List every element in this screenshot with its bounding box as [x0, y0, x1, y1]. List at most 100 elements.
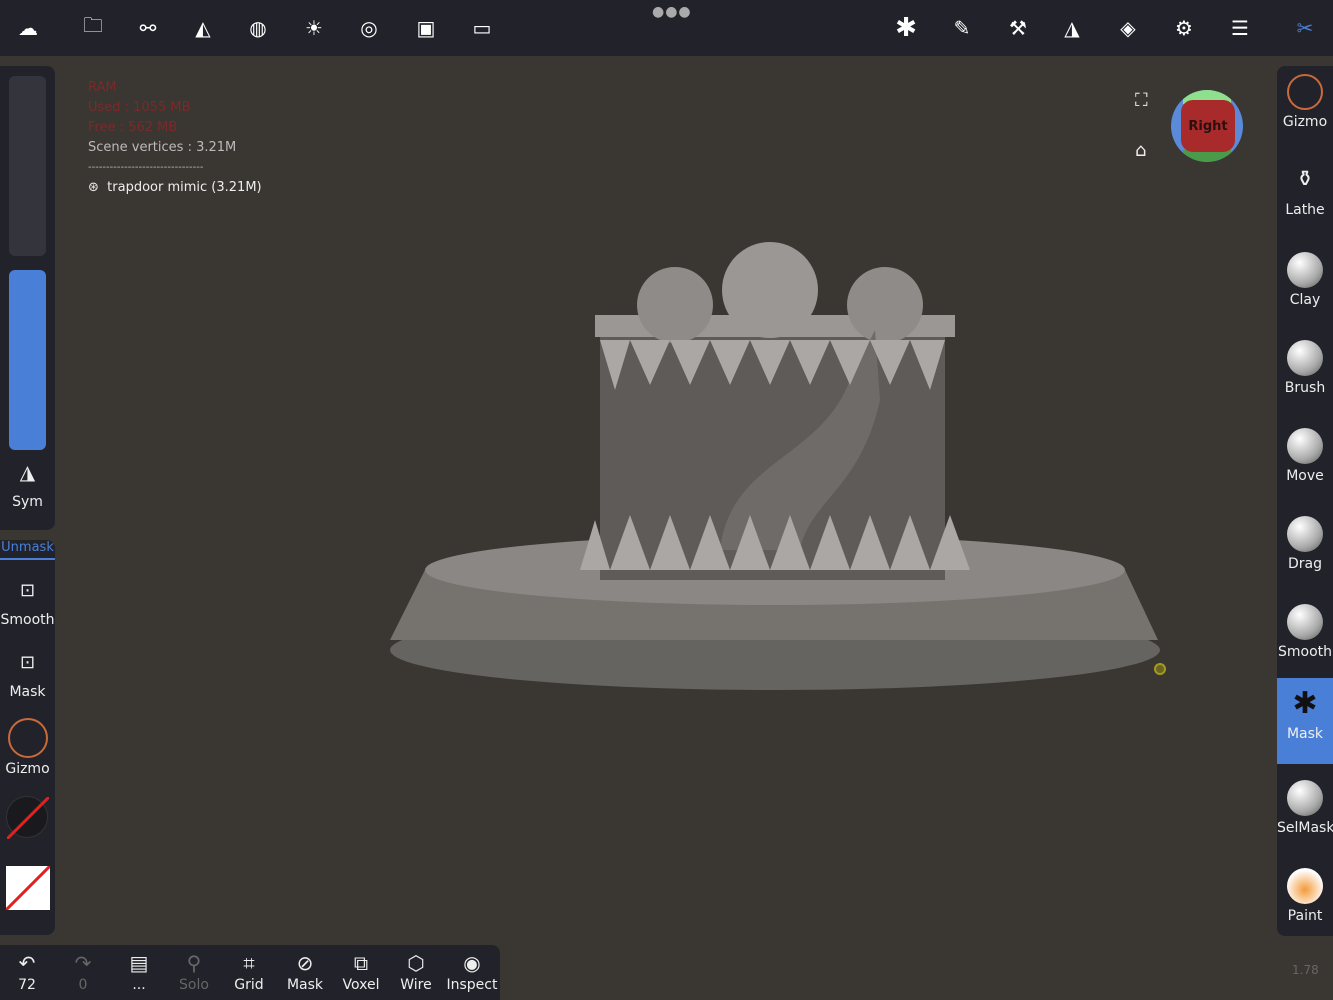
mask-tool-icon[interactable]: ✱: [888, 10, 924, 46]
model-eye: [722, 242, 818, 338]
tool-clay[interactable]: Clay: [1277, 244, 1333, 330]
tool-move[interactable]: Move: [1277, 420, 1333, 506]
viewport-model[interactable]: [380, 230, 1170, 700]
redo-icon: ↷: [74, 951, 92, 975]
brush-sphere-icon: [1287, 340, 1323, 376]
tool-label: Smooth: [1277, 644, 1333, 660]
tool-smooth[interactable]: Smooth: [1277, 596, 1333, 682]
ram-used: Used : 1055 MB: [88, 100, 191, 115]
history-button[interactable]: ▤...: [112, 951, 166, 993]
gizmo-button[interactable]: Gizmo: [0, 761, 55, 777]
video-icon[interactable]: ▭: [464, 10, 500, 46]
search-icon: ⚲: [186, 951, 202, 975]
unmask-button[interactable]: Unmask: [0, 540, 55, 560]
solo-label: Solo: [179, 977, 209, 993]
more-dots-icon[interactable]: ●●●: [652, 4, 692, 20]
bottom-toolbar: ↶ 72 ↷ 0 ▤... ⚲ Solo ⌗ Grid ⊘ Mask ⧉ Voxel ⬡ Wi…: [0, 945, 500, 1000]
redo-count: 0: [78, 977, 88, 993]
undo-count: 72: [18, 977, 36, 993]
share-nodes-icon[interactable]: ⚯: [130, 10, 166, 46]
wireframe-icon: ⬡: [407, 951, 425, 975]
folder-icon[interactable]: 🗀: [75, 10, 111, 46]
voxel-label: Voxel: [342, 977, 380, 993]
mask-visibility-button[interactable]: ⊘ Mask: [278, 951, 332, 993]
tool-label: Mask: [1286, 726, 1324, 742]
right-toolbar: Gizmo ⚱ Lathe Clay Brush Move Drag Smooth…: [1277, 66, 1333, 936]
layers-icon[interactable]: ◈: [1110, 10, 1146, 46]
mask-icon[interactable]: ⊡: [0, 652, 55, 673]
brush-icon[interactable]: ✎: [944, 10, 980, 46]
scene-icon[interactable]: ◭: [185, 10, 221, 46]
tool-label: Lathe: [1285, 202, 1325, 218]
separator: --------------------------------: [88, 162, 204, 173]
smooth-mask-icon[interactable]: ⊡: [0, 580, 55, 601]
smooth-button[interactable]: Smooth: [0, 612, 55, 628]
gizmo-icon[interactable]: [8, 718, 48, 758]
tool-mask[interactable]: ✱ Mask: [1277, 678, 1333, 764]
tool-lathe[interactable]: ⚱ Lathe: [1277, 154, 1333, 240]
left-toolbar: ◮ Sym: [0, 66, 55, 530]
move-icon: [1287, 428, 1323, 464]
pivot-point-icon[interactable]: [1154, 663, 1166, 675]
mask-splat-icon: ✱: [1292, 686, 1318, 721]
mask-label: Mask: [286, 977, 324, 993]
tools-icon[interactable]: ✂: [1287, 10, 1323, 46]
more-label: ...: [132, 977, 146, 993]
redo-button[interactable]: ↷ 0: [56, 951, 110, 993]
grid-button[interactable]: ⌗ Grid: [222, 951, 276, 993]
version-label: 1.78: [1292, 963, 1319, 977]
gear-icon[interactable]: ⚙: [1166, 10, 1202, 46]
material-icon[interactable]: ◍: [240, 10, 276, 46]
model-eye: [637, 267, 713, 343]
grid-label: Grid: [234, 977, 264, 993]
camera-aperture-icon[interactable]: ◎: [351, 10, 387, 46]
symmetry-icon[interactable]: ◮: [0, 460, 55, 484]
book-icon: ▤: [129, 951, 149, 975]
view-cube[interactable]: Right: [1171, 90, 1243, 162]
tool-label: Brush: [1284, 380, 1326, 396]
intensity-slider[interactable]: [9, 270, 46, 450]
symmetry-icon[interactable]: ◮: [1054, 10, 1090, 46]
eye-slash-icon: ⊘: [296, 951, 314, 975]
tool-label: Gizmo: [1282, 114, 1328, 130]
sym-button[interactable]: Sym: [0, 494, 55, 510]
model-eye: [847, 267, 923, 343]
wire-button[interactable]: ⬡ Wire: [389, 951, 443, 993]
mask-button[interactable]: Mask: [0, 684, 55, 700]
smooth-icon: [1287, 604, 1323, 640]
tool-brush[interactable]: Brush: [1277, 332, 1333, 418]
top-toolbar: ☁ 🗀 ⚯ ◭ ◍ ☀ ◎ ▣ ▭ ●●● ✱ ✎ ⚒ ◮ ◈ ⚙ ☰ ✂: [0, 0, 1333, 56]
sliders-icon[interactable]: ☰: [1222, 10, 1258, 46]
fullscreen-icon[interactable]: ⛶: [1135, 90, 1148, 111]
color-swatch-secondary[interactable]: [4, 864, 52, 912]
radius-slider[interactable]: [9, 76, 46, 256]
view-cube-face[interactable]: Right: [1181, 100, 1235, 152]
inspect-button[interactable]: ◉ Inspect: [445, 951, 499, 993]
left-toolbar-lower: Unmask ⊡ Smooth ⊡ Mask Gizmo: [0, 540, 55, 935]
hammer-icon[interactable]: ⚒: [1000, 10, 1036, 46]
undo-icon: ↶: [18, 951, 36, 975]
nomad-logo-icon[interactable]: ☁: [10, 10, 46, 46]
tool-gizmo[interactable]: Gizmo: [1277, 66, 1333, 152]
tool-label: SelMask: [1277, 820, 1333, 836]
color-swatch-primary[interactable]: [5, 795, 51, 841]
grid-icon: ⌗: [243, 951, 255, 975]
solo-button[interactable]: ⚲ Solo: [167, 951, 221, 993]
home-icon[interactable]: ⌂: [1135, 140, 1146, 161]
gizmo-icon: [1287, 74, 1323, 110]
object-item[interactable]: ⊛ trapdoor mimic (3.21M): [88, 178, 262, 198]
undo-button[interactable]: ↶ 72: [0, 951, 54, 993]
tool-drag[interactable]: Drag: [1277, 508, 1333, 594]
tool-selmask[interactable]: SelMask: [1277, 772, 1333, 858]
vase-icon: ⚱: [1295, 167, 1315, 192]
cubes-icon: ⧉: [353, 951, 369, 975]
voxel-button[interactable]: ⧉ Voxel: [334, 951, 388, 993]
light-icon[interactable]: ☀: [296, 10, 332, 46]
tool-paint[interactable]: Paint: [1277, 860, 1333, 946]
image-icon[interactable]: ▣: [408, 10, 444, 46]
wire-label: Wire: [400, 977, 432, 993]
paint-icon: [1287, 868, 1323, 904]
drag-icon: [1287, 516, 1323, 552]
scene-info: RAM Used : 1055 MB Free : 562 MB Scene v…: [88, 78, 262, 198]
clay-icon: [1287, 252, 1323, 288]
